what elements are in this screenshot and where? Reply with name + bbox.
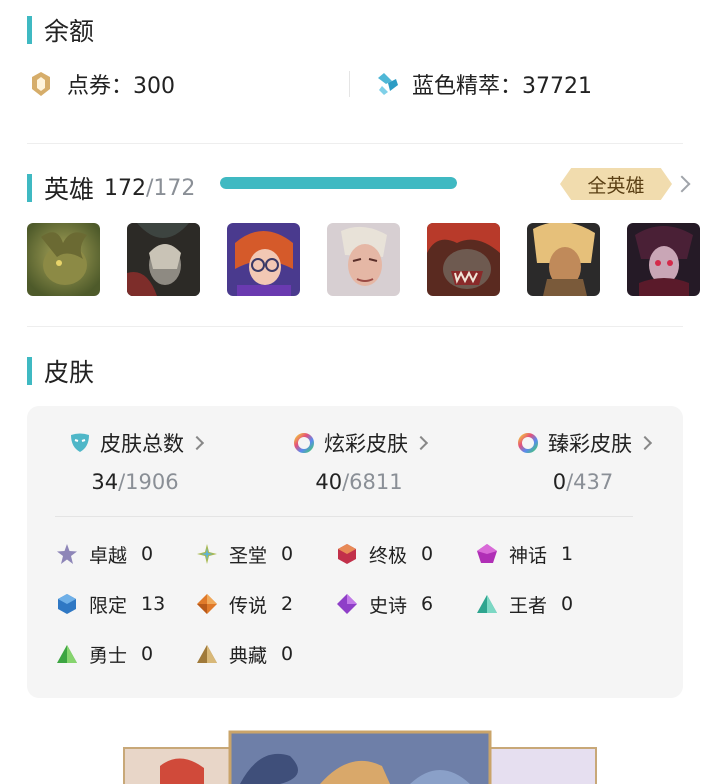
balance-title: 余额: [44, 17, 95, 46]
chevron-right-icon: [413, 435, 429, 451]
balance-row: 点券：300 蓝色精萃：37721: [27, 64, 687, 104]
skin-card-carousel[interactable]: [120, 726, 600, 784]
chevron-right-icon: [189, 435, 205, 451]
points-balance: 点券：300: [27, 68, 175, 100]
hero-avatar-4[interactable]: [327, 223, 400, 296]
hero-avatar-6[interactable]: [527, 223, 600, 296]
tier-sanctum: 圣堂 0: [195, 539, 293, 569]
hero-avatar-1[interactable]: [27, 223, 100, 296]
hero-progress-fill: [220, 177, 457, 189]
section-divider: [27, 143, 683, 144]
pentagon-gem-icon: [477, 544, 497, 563]
star-gem-icon: [57, 544, 77, 564]
stat-value: 0/437: [552, 470, 614, 494]
stat-label: 臻彩皮肤: [548, 432, 632, 456]
skins-title: 皮肤: [44, 358, 95, 387]
skin-card-art: [123, 730, 597, 784]
heroes-title: 英雄: [44, 175, 95, 204]
essence-balance: 蓝色精萃：37721: [374, 68, 592, 100]
tier-epic: 史诗 6: [335, 589, 433, 619]
tier-collector: 典藏 0: [195, 639, 293, 669]
mask-icon: [71, 433, 89, 452]
hexagon-gem-icon: [58, 594, 76, 614]
tier-mythic: 神话 1: [475, 539, 573, 569]
skins-section-title: 皮肤: [27, 353, 94, 389]
hero-avatar-3[interactable]: [227, 223, 300, 296]
tier-ultimate: 终极 0: [335, 539, 433, 569]
all-heroes-button[interactable]: 全英雄: [560, 168, 672, 200]
skin-summary-panel: 皮肤总数 34/1906 炫彩皮肤 40/6811 臻彩皮肤 0/437 卓越 0…: [27, 406, 683, 698]
heroes-section-title: 英雄 172/172: [27, 170, 195, 206]
hero-avatar-7[interactable]: [627, 223, 700, 296]
balance-divider: [349, 71, 350, 97]
stat-value: 34/1906: [91, 470, 179, 494]
tier-legendary: 传说 2: [195, 589, 293, 619]
prestige-skins-stat[interactable]: 臻彩皮肤 0/437: [503, 428, 663, 494]
coin-icon: [32, 72, 50, 96]
hero-avatar-5[interactable]: [427, 223, 500, 296]
triangle-gem-icon: [477, 595, 497, 613]
tier-transcendent: 卓越 0: [55, 539, 153, 569]
hero-owned: 172: [104, 175, 147, 201]
chroma-ring-icon: [294, 433, 314, 453]
hero-progress-bar: [220, 177, 457, 189]
prestige-ring-icon: [518, 433, 538, 453]
chroma-skins-stat[interactable]: 炫彩皮肤 40/6811: [279, 428, 439, 494]
hero-avatar-row: [27, 223, 700, 296]
triangle-gem-icon: [57, 645, 77, 663]
stat-label: 炫彩皮肤: [324, 432, 408, 456]
diamond-gem-icon: [197, 594, 217, 614]
section-divider: [27, 326, 683, 327]
points-label: 点券：300: [67, 74, 175, 99]
tier-royal: 王者 0: [475, 589, 573, 619]
cube-gem-icon: [338, 544, 356, 564]
hero-total: /172: [146, 175, 196, 201]
chevron-right-icon: [637, 435, 653, 451]
stat-value: 40/6811: [315, 470, 403, 494]
chevron-right-icon[interactable]: [673, 175, 691, 193]
diamond-gem-icon: [337, 594, 357, 614]
triangle-gem-icon: [197, 645, 217, 663]
hero-count: 172/172: [104, 176, 195, 201]
spark-gem-icon: [197, 544, 217, 564]
balance-section-title: 余额: [27, 12, 94, 48]
tier-limited: 限定 13: [55, 589, 165, 619]
section-accent-bar: [27, 16, 32, 44]
total-skins-stat[interactable]: 皮肤总数 34/1906: [55, 428, 215, 494]
hero-avatar-2[interactable]: [127, 223, 200, 296]
stat-label: 皮肤总数: [100, 432, 184, 456]
panel-divider: [55, 516, 633, 517]
section-accent-bar: [27, 174, 32, 202]
blue-essence-icon: [378, 73, 398, 95]
section-accent-bar: [27, 357, 32, 385]
essence-label: 蓝色精萃：37721: [412, 74, 592, 99]
tier-warrior: 勇士 0: [55, 639, 153, 669]
